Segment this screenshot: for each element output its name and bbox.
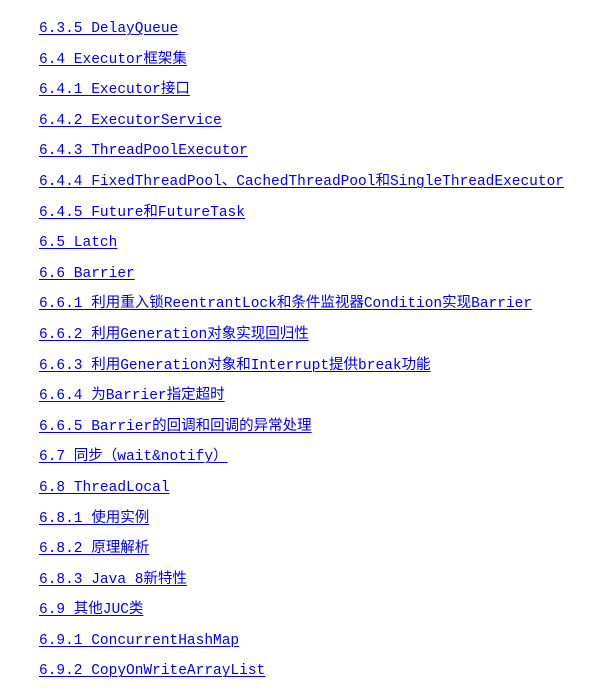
toc-row: 6.6.1 利用重入锁ReentrantLock和条件监视器Condition实… — [0, 288, 596, 319]
toc-link-6-8-3[interactable]: 6.8.3 Java 8新特性 — [39, 572, 187, 588]
toc-row: 6.4.3 ThreadPoolExecutor — [0, 135, 596, 166]
toc-row: 6.4.5 Future和FutureTask — [0, 197, 596, 228]
toc-link-6-9[interactable]: 6.9 其他JUC类 — [39, 602, 143, 618]
toc-row: 6.6.5 Barrier的回调和回调的异常处理 — [0, 411, 596, 442]
toc-row: 6.5 Latch — [0, 227, 596, 258]
toc-row: 6.6.2 利用Generation对象实现回归性 — [0, 319, 596, 350]
toc-link-6-9-2[interactable]: 6.9.2 CopyOnWriteArrayList — [39, 663, 265, 679]
toc-row: 6.9 其他JUC类 — [0, 594, 596, 625]
toc-row: 6.8.1 使用实例 — [0, 503, 596, 534]
toc-link-6-7[interactable]: 6.7 同步（wait&notify） — [39, 449, 228, 465]
toc-row: 6.8 ThreadLocal — [0, 472, 596, 503]
toc-link-6-5[interactable]: 6.5 Latch — [39, 235, 117, 251]
toc-link-6-4-5[interactable]: 6.4.5 Future和FutureTask — [39, 205, 245, 221]
toc-row: 6.4.2 ExecutorService — [0, 105, 596, 136]
table-of-contents: 6.3.5 DelayQueue 6.4 Executor框架集 6.4.1 Exe… — [0, 0, 596, 686]
toc-row: 6.3.5 DelayQueue — [0, 13, 596, 44]
toc-link-6-6-1[interactable]: 6.6.1 利用重入锁ReentrantLock和条件监视器Condition实… — [39, 296, 532, 312]
toc-link-6-6[interactable]: 6.6 Barrier — [39, 266, 135, 282]
toc-link-6-4-3[interactable]: 6.4.3 ThreadPoolExecutor — [39, 143, 248, 159]
toc-link-6-6-2[interactable]: 6.6.2 利用Generation对象实现回归性 — [39, 327, 309, 343]
toc-row: 6.6.3 利用Generation对象和Interrupt提供break功能 — [0, 350, 596, 381]
toc-link-6-3-5[interactable]: 6.3.5 DelayQueue — [39, 21, 178, 37]
toc-row: 6.9.2 CopyOnWriteArrayList — [0, 655, 596, 686]
toc-row: 6.4 Executor框架集 — [0, 44, 596, 75]
toc-link-6-4[interactable]: 6.4 Executor框架集 — [39, 52, 187, 68]
toc-link-6-8-2[interactable]: 6.8.2 原理解析 — [39, 541, 149, 557]
toc-link-6-6-4[interactable]: 6.6.4 为Barrier指定超时 — [39, 388, 225, 404]
toc-link-6-9-1[interactable]: 6.9.1 ConcurrentHashMap — [39, 633, 239, 649]
toc-link-6-6-3[interactable]: 6.6.3 利用Generation对象和Interrupt提供break功能 — [39, 358, 431, 374]
toc-row: 6.9.1 ConcurrentHashMap — [0, 625, 596, 656]
toc-row: 6.7 同步（wait&notify） — [0, 441, 596, 472]
toc-row: 6.4.4 FixedThreadPool、CachedThreadPool和S… — [0, 166, 596, 197]
toc-link-6-4-2[interactable]: 6.4.2 ExecutorService — [39, 113, 222, 129]
toc-link-6-6-5[interactable]: 6.6.5 Barrier的回调和回调的异常处理 — [39, 419, 312, 435]
toc-link-6-8[interactable]: 6.8 ThreadLocal — [39, 480, 170, 496]
toc-link-6-4-1[interactable]: 6.4.1 Executor接口 — [39, 82, 190, 98]
toc-row: 6.8.2 原理解析 — [0, 533, 596, 564]
toc-row: 6.6.4 为Barrier指定超时 — [0, 380, 596, 411]
toc-link-6-4-4[interactable]: 6.4.4 FixedThreadPool、CachedThreadPool和S… — [39, 174, 564, 190]
toc-row: 6.6 Barrier — [0, 258, 596, 289]
toc-link-6-8-1[interactable]: 6.8.1 使用实例 — [39, 511, 149, 527]
toc-row: 6.8.3 Java 8新特性 — [0, 564, 596, 595]
toc-row: 6.4.1 Executor接口 — [0, 74, 596, 105]
